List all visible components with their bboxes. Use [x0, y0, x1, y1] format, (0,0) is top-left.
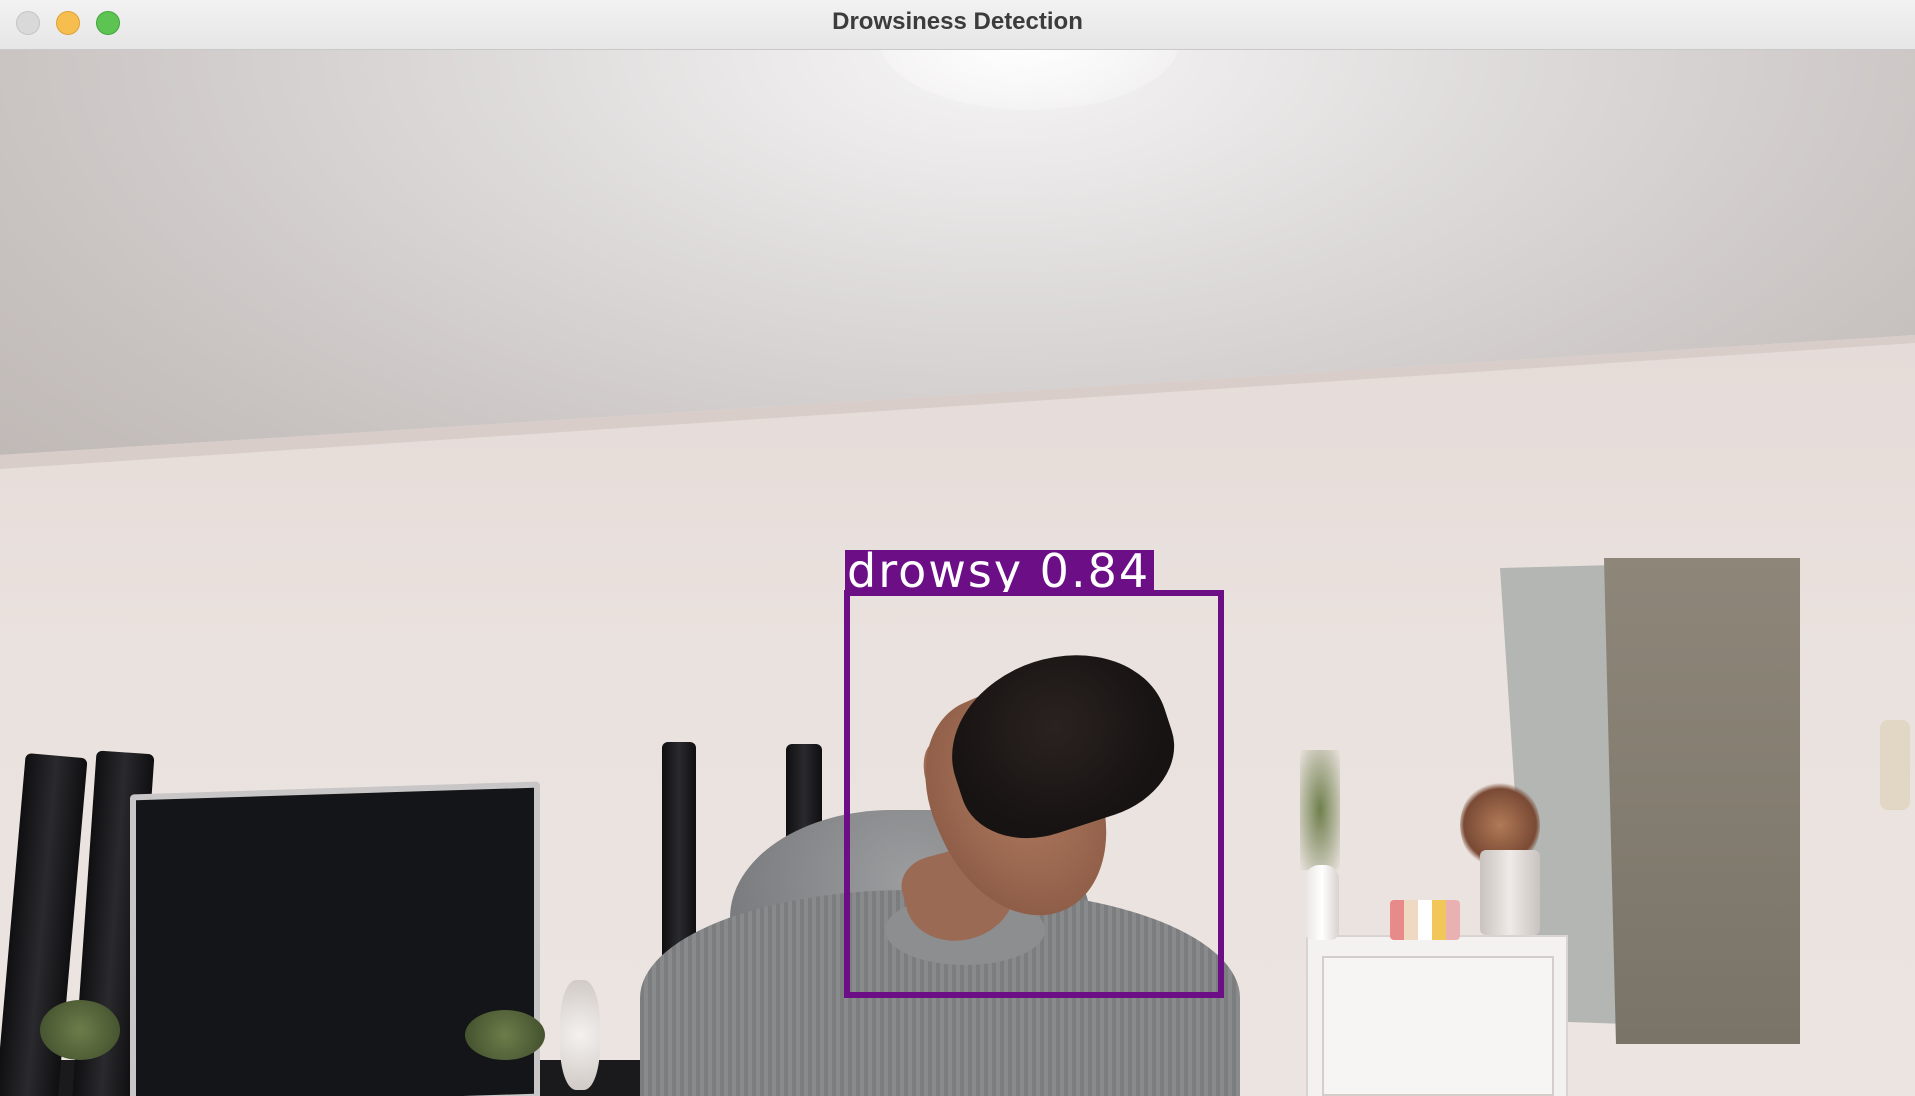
camera-frame: drowsy 0.84	[0, 50, 1915, 1096]
cabinet-door	[1322, 956, 1554, 1096]
title-bar[interactable]: Drowsiness Detection	[0, 0, 1915, 50]
potted-plant-center	[465, 1010, 545, 1060]
detection-bounding-box	[844, 590, 1224, 998]
vase	[1305, 865, 1339, 940]
mirror-panel	[1604, 558, 1800, 1044]
brush-jar	[1480, 850, 1540, 935]
window-title: Drowsiness Detection	[832, 8, 1083, 35]
wall-phone	[1880, 720, 1910, 810]
cosmetic-bottles	[1390, 900, 1460, 940]
app-window: Drowsiness Detection drowsy 0.84	[0, 0, 1915, 1096]
potted-plant-left	[40, 1000, 120, 1060]
detection-label: drowsy 0.84	[845, 550, 1155, 592]
bamboo-plant	[1300, 750, 1340, 870]
orchid	[560, 980, 600, 1090]
